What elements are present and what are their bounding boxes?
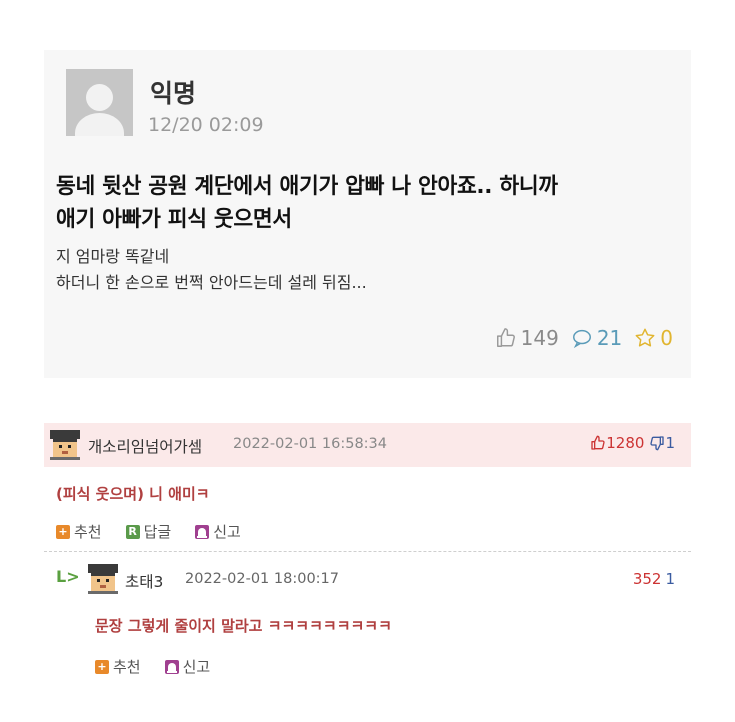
comment-2-downvote-count[interactable]: 1	[665, 570, 675, 588]
reply-label: 답글	[143, 523, 172, 541]
report-label: 신고	[182, 658, 211, 676]
recommend-label: 추천	[74, 523, 102, 541]
comment-1-upvote[interactable]: 1280	[590, 434, 644, 452]
comment-1-header: 개소리임넘어가셈 2022-02-01 16:58:34 1280 1	[44, 423, 691, 467]
avatar-body-shape	[75, 113, 124, 136]
comment-count: 21	[596, 326, 623, 350]
siren-icon	[164, 659, 179, 674]
avatar-head-shape	[86, 84, 113, 111]
post-body: 지 엄마랑 똑같네 하더니 한 손으로 번쩍 안아드는데 설레 뒤짐...	[56, 244, 676, 296]
siren-icon	[195, 524, 210, 539]
comment-2-actions: + 추천 신고	[95, 656, 234, 677]
plus-icon: +	[56, 524, 70, 539]
thumbs-up-icon	[591, 435, 605, 450]
comment-1-downvote-count: 1	[665, 434, 675, 452]
comment-divider	[44, 551, 691, 552]
comment-1-nickname[interactable]: 개소리임넘어가셈	[88, 435, 202, 457]
plus-icon: +	[95, 659, 109, 674]
pixel-character-avatar-icon[interactable]	[50, 430, 80, 460]
report-label: 신고	[213, 523, 241, 541]
comment-1-upvote-count: 1280	[606, 434, 645, 452]
post-date: 12/20 02:09	[148, 114, 264, 136]
comment-2-upvote-count[interactable]: 352	[633, 570, 662, 588]
speech-bubble-icon	[572, 329, 591, 349]
comment-1-downvote[interactable]: 1	[649, 434, 675, 452]
post-title: 동네 뒷산 공원 계단에서 애기가 압빠 나 안아죠.. 하니까 애기 아빠가 …	[56, 170, 676, 236]
star-count: 0	[660, 326, 673, 350]
comment-1-votes: 1280 1	[590, 434, 675, 452]
comment-1-text: (피식 웃으며) 니 애미ㅋ	[56, 485, 210, 503]
like-count: 149	[520, 326, 559, 350]
post-author[interactable]: 익명	[150, 74, 196, 110]
post-title-line-2: 애기 아빠가 피식 웃으면서	[56, 207, 292, 232]
comment-2-votes: 352 1	[633, 570, 675, 588]
thumbs-down-icon	[650, 436, 665, 451]
star-stat[interactable]: 0	[634, 326, 673, 350]
post-body-line-2: 하더니 한 손으로 번쩍 안아드는데 설레 뒤짐...	[56, 273, 367, 292]
post-title-line-1: 동네 뒷산 공원 계단에서 애기가 압빠 나 안아죠.. 하니까	[56, 174, 558, 199]
comment-1-date: 2022-02-01 16:58:34	[233, 436, 387, 452]
post-body-line-1: 지 엄마랑 똑같네	[56, 247, 170, 266]
post-card: 익명 12/20 02:09 동네 뒷산 공원 계단에서 애기가 압빠 나 안아…	[44, 50, 691, 378]
reply-icon: R	[125, 524, 140, 539]
report-button[interactable]: 신고	[195, 521, 241, 542]
comment-1-actions: + 추천 R 답글 신고	[56, 521, 265, 542]
recommend-label: 추천	[113, 658, 141, 676]
reply-button[interactable]: R 답글	[125, 521, 172, 542]
comment-2-nickname[interactable]: 초태3	[125, 570, 163, 592]
report-button[interactable]: 신고	[164, 656, 211, 677]
reply-indicator: L>	[56, 567, 80, 586]
star-icon	[635, 328, 655, 347]
thumbs-up-icon	[496, 328, 515, 347]
recommend-button[interactable]: + 추천	[95, 656, 141, 677]
anonymous-avatar[interactable]	[66, 69, 133, 136]
recommend-button[interactable]: + 추천	[56, 521, 102, 542]
comment-2-date: 2022-02-01 18:00:17	[185, 571, 339, 587]
post-stats: 149 21 0	[483, 326, 673, 350]
like-stat[interactable]: 149	[495, 326, 559, 350]
comment-2-text: 문장 그렇게 줄이지 말라고 ㅋㅋㅋㅋㅋㅋㅋㅋㅋ	[95, 617, 392, 635]
pixel-character-avatar-icon[interactable]	[88, 564, 118, 594]
comment-stat[interactable]: 21	[571, 326, 622, 350]
